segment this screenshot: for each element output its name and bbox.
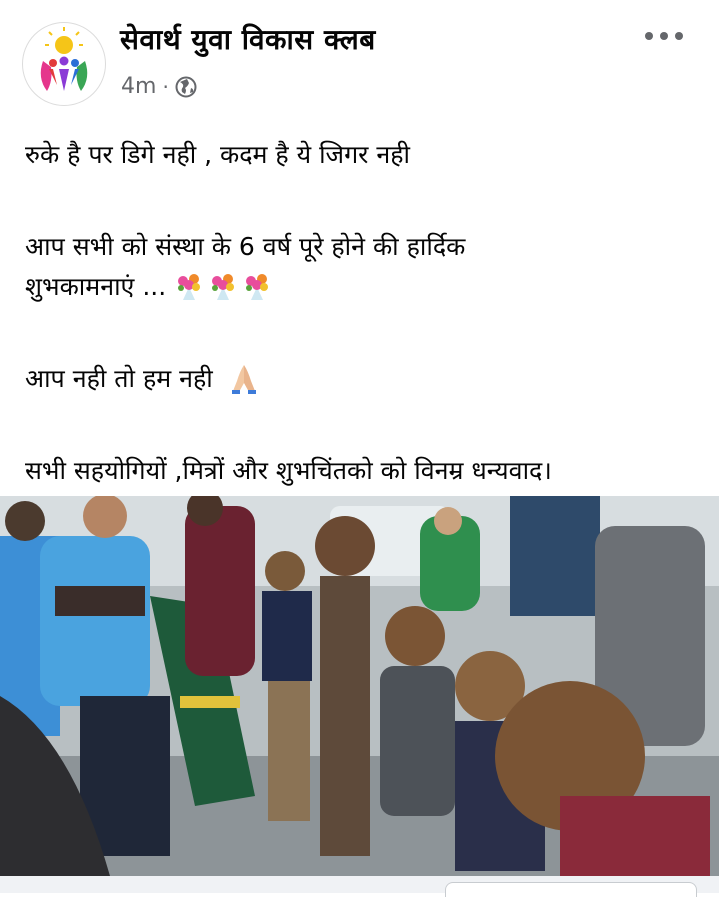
more-dot [675,32,683,40]
page-name[interactable]: सेवार्थ युवा विकास क्लब [120,20,376,58]
meta-separator: · [162,74,169,99]
post-footer [0,876,719,897]
post-photo[interactable] [0,496,719,876]
footer-pill[interactable] [445,882,697,897]
more-dot [660,32,668,40]
post-header: सेवार्थ युवा विकास क्लब 4m · [0,0,719,110]
post-line-4-text: आप नही तो हम नही [25,364,213,393]
post-text: रुके है पर डिगे नही , कदम है ये जिगर नही… [25,135,705,491]
page-avatar[interactable] [22,22,106,106]
post-time[interactable]: 4m [121,74,156,99]
post-line-2: आप सभी को संस्था के 6 वर्ष पूरे होने की … [25,232,466,261]
more-options-icon[interactable] [645,26,683,46]
post-line-4: आप नही तो हम नही [25,359,705,399]
post-line-1: रुके है पर डिगे नही , कदम है ये जिगर नही [25,140,410,169]
post-line-3: शुभकामनाएं ... [25,267,705,307]
bouquet-icon [178,274,201,300]
globe-icon[interactable] [175,76,197,98]
post-line-5: सभी सहयोगियों ,मित्रों और शुभचिंतको को व… [25,456,552,485]
folded-hands-icon [231,365,256,394]
post-meta: 4m · [121,74,197,99]
post-line-3-text: शुभकामनाएं ... [25,272,167,301]
bouquet-icon [212,274,235,300]
more-dot [645,32,653,40]
bouquet-icon [246,274,269,300]
